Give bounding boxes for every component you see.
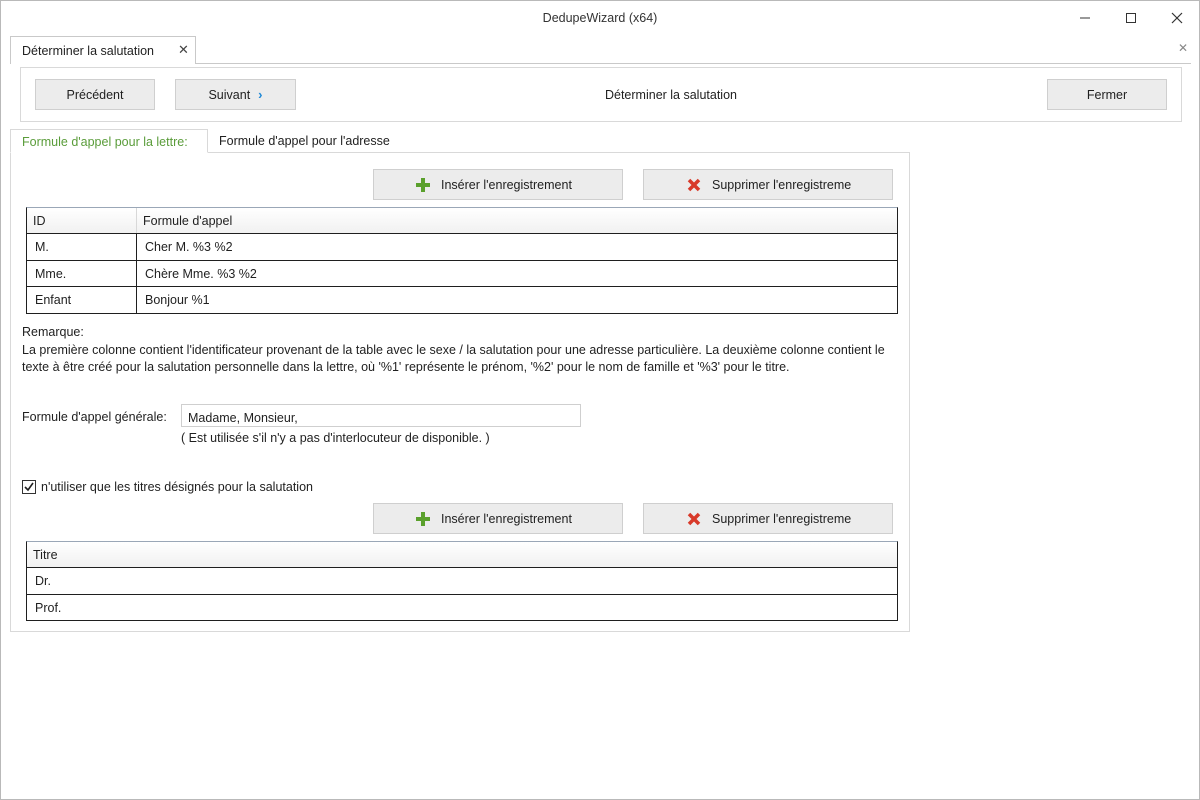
tab-strip-divider xyxy=(195,63,1191,64)
table-row[interactable]: Enfant Bonjour %1 xyxy=(27,287,897,314)
plus-icon xyxy=(416,177,430,192)
insert-title-button[interactable]: Insérer l'enregistrement xyxy=(373,503,623,534)
column-header-id[interactable]: ID xyxy=(27,208,137,233)
maximize-button[interactable] xyxy=(1108,1,1154,35)
table-row[interactable]: Prof. xyxy=(27,595,897,621)
minimize-button[interactable] xyxy=(1062,1,1108,35)
delete-record-button[interactable]: Supprimer l'enregistreme xyxy=(643,169,893,200)
column-header-titre[interactable]: Titre xyxy=(27,542,897,567)
cell-formule[interactable]: Cher M. %3 %2 xyxy=(137,234,897,260)
window-title: DedupeWizard (x64) xyxy=(542,11,658,25)
cell-titre[interactable]: Prof. xyxy=(27,595,897,621)
close-all-tabs-icon[interactable]: ✕ xyxy=(1178,41,1188,55)
close-button-label: Fermer xyxy=(1086,87,1128,102)
minimize-icon xyxy=(1080,17,1090,19)
remark-block: Remarque: La première colonne contient l… xyxy=(22,324,902,377)
column-header-formule[interactable]: Formule d'appel xyxy=(137,208,897,233)
close-icon xyxy=(1171,12,1183,24)
salutation-grid: ID Formule d'appel M. Cher M. %3 %2 Mme.… xyxy=(26,207,898,314)
titles-only-checkbox-row[interactable]: n'utiliser que les titres désignés pour … xyxy=(22,480,313,494)
checkmark-icon xyxy=(24,482,34,492)
document-tab-label: Déterminer la salutation xyxy=(22,44,155,58)
cell-formule[interactable]: Chère Mme. %3 %2 xyxy=(137,261,897,287)
next-button[interactable]: Suivant › xyxy=(175,79,296,110)
delete-x-icon xyxy=(687,512,701,525)
cell-titre[interactable]: Dr. xyxy=(27,568,897,594)
tab-letter-salutation[interactable]: Formule d'appel pour la lettre: xyxy=(10,129,208,153)
insert-record-button[interactable]: Insérer l'enregistrement xyxy=(373,169,623,200)
previous-button[interactable]: Précédent xyxy=(35,79,155,110)
general-salutation-input[interactable] xyxy=(181,404,581,427)
grid-header: Titre xyxy=(27,542,897,568)
table-row[interactable]: Mme. Chère Mme. %3 %2 xyxy=(27,260,897,287)
cell-formule[interactable]: Bonjour %1 xyxy=(137,287,897,313)
delete-title-button[interactable]: Supprimer l'enregistreme xyxy=(643,503,893,534)
table-row[interactable]: Dr. xyxy=(27,568,897,595)
general-salutation-hint: ( Est utilisée s'il n'y a pas d'interloc… xyxy=(181,431,490,445)
cell-id[interactable]: Mme. xyxy=(27,260,137,286)
delete-title-label: Supprimer l'enregistreme xyxy=(712,511,852,526)
navigation-toolbar: Précédent Suivant › Déterminer la saluta… xyxy=(20,67,1182,122)
titles-grid: Titre Dr. Prof. xyxy=(26,541,898,621)
maximize-icon xyxy=(1126,13,1136,23)
grid-header: ID Formule d'appel xyxy=(27,208,897,234)
titles-only-checkbox[interactable] xyxy=(22,480,36,494)
general-salutation-label: Formule d'appel générale: xyxy=(22,410,167,424)
document-tab[interactable]: Déterminer la salutation ✕ xyxy=(10,36,196,64)
window-close-button[interactable] xyxy=(1154,1,1200,35)
remark-text: La première colonne contient l'identific… xyxy=(22,342,885,375)
app-window: DedupeWizard (x64) Déterminer la salutat… xyxy=(0,0,1200,800)
step-title: Déterminer la salutation xyxy=(604,88,737,102)
delete-x-icon xyxy=(687,178,701,191)
remark-heading: Remarque: xyxy=(22,325,84,339)
delete-record-label: Supprimer l'enregistreme xyxy=(712,177,852,192)
chevron-right-icon: › xyxy=(258,87,263,102)
salutation-panel: Insérer l'enregistrement Supprimer l'enr… xyxy=(10,152,910,632)
next-button-label: Suivant xyxy=(208,87,251,102)
plus-icon xyxy=(416,511,430,526)
cell-id[interactable]: Enfant xyxy=(27,287,137,313)
cell-id[interactable]: M. xyxy=(27,234,137,260)
tab-address-salutation[interactable]: Formule d'appel pour l'adresse xyxy=(219,129,390,153)
tab-close-icon[interactable]: ✕ xyxy=(178,42,189,58)
previous-button-label: Précédent xyxy=(66,87,124,102)
close-button[interactable]: Fermer xyxy=(1047,79,1167,110)
title-bar: DedupeWizard (x64) xyxy=(1,1,1199,35)
table-row[interactable]: M. Cher M. %3 %2 xyxy=(27,234,897,261)
insert-record-label: Insérer l'enregistrement xyxy=(441,177,572,192)
insert-title-label: Insérer l'enregistrement xyxy=(441,511,572,526)
titles-only-label: n'utiliser que les titres désignés pour … xyxy=(41,480,313,494)
